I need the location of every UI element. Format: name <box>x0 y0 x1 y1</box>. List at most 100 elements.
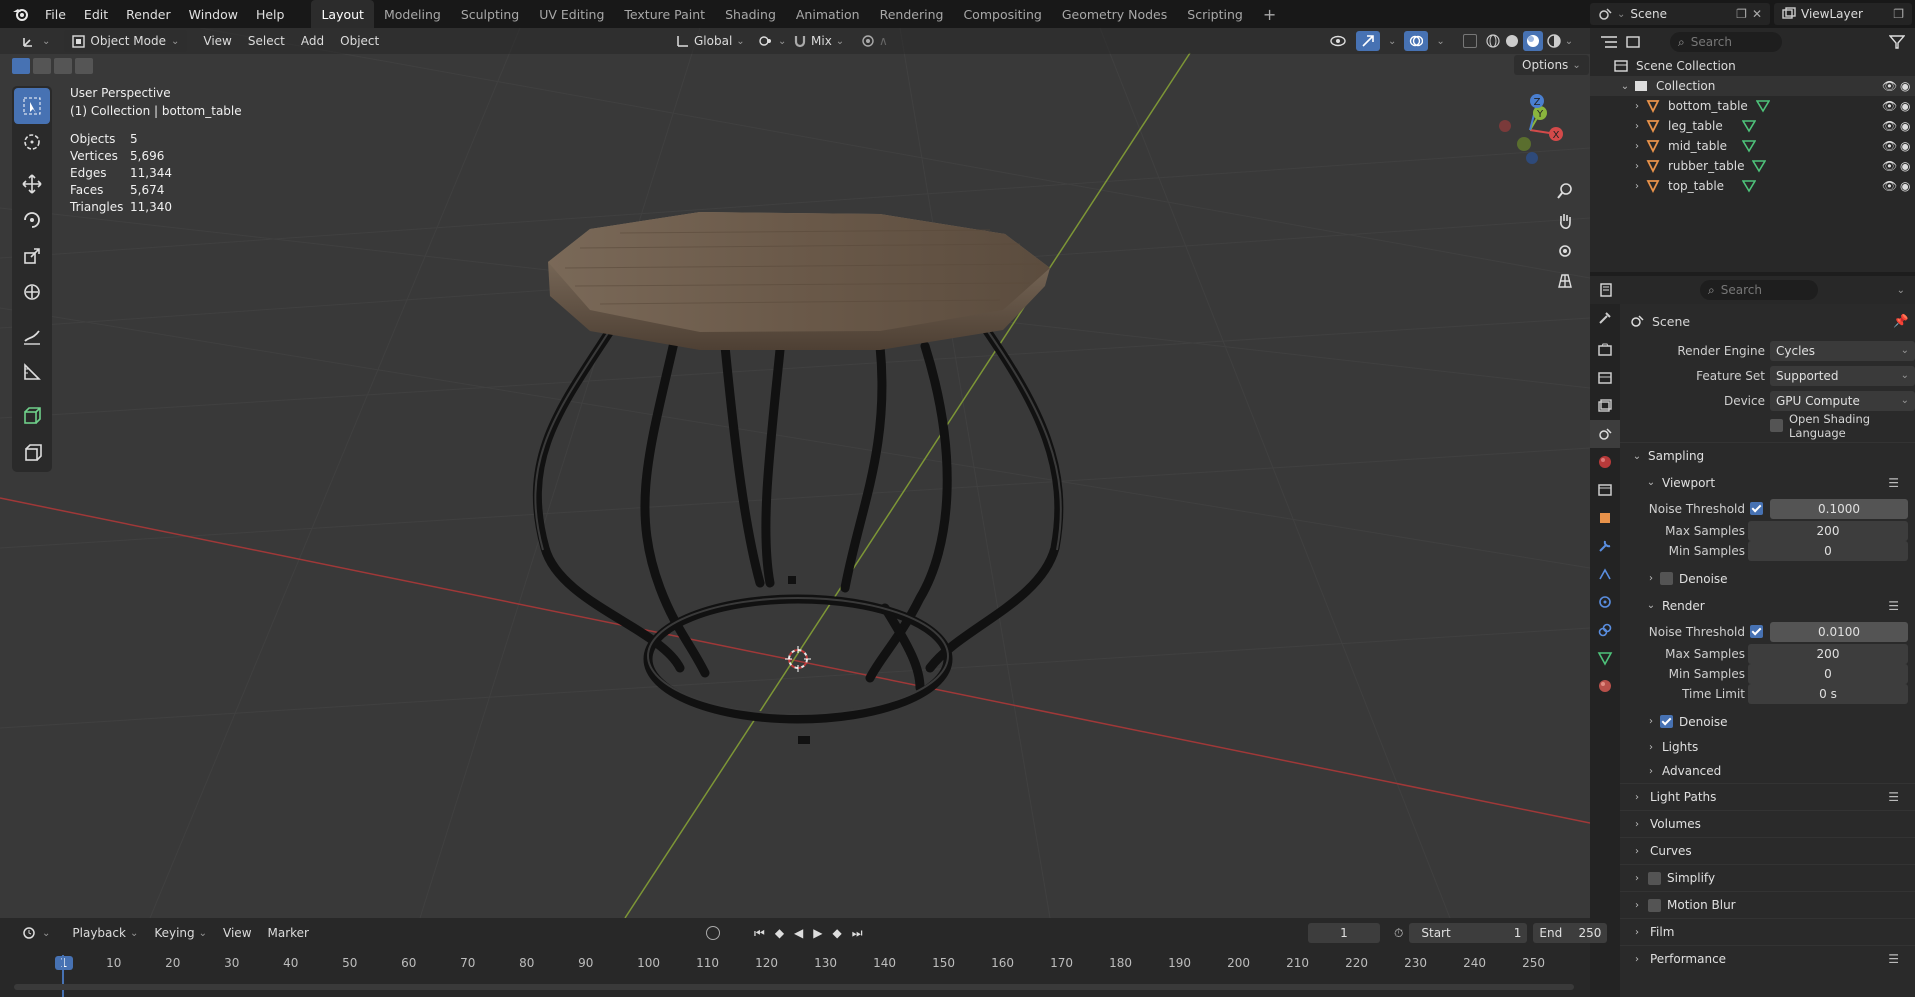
camera-view-icon[interactable] <box>1550 236 1580 266</box>
playback-menu[interactable]: Playback ⌄ <box>64 922 146 944</box>
list-icon[interactable]: ☰ <box>1888 476 1899 490</box>
eye-icon[interactable]: 👁 <box>1882 99 1897 113</box>
render-noise-field[interactable]: 0.0100 <box>1770 621 1908 642</box>
outliner-object-row[interactable]: › mid_table 👁 ◉ <box>1614 136 1915 156</box>
object-tab-icon[interactable] <box>1590 504 1620 532</box>
material-tab-icon[interactable] <box>1590 672 1620 700</box>
view-layer-tab-icon[interactable] <box>1590 392 1620 420</box>
select-extend-icon[interactable] <box>33 58 51 74</box>
start-frame-field[interactable]: Start 1 <box>1409 923 1528 943</box>
eye-icon[interactable]: 👁 <box>1882 79 1897 93</box>
timeline-editor-icon[interactable]: ⌄ <box>14 922 58 944</box>
proportional-edit-toggle[interactable]: ∧ <box>853 30 896 52</box>
3d-viewport[interactable]: ⌄ Object Mode ⌄ View Select Add Object G… <box>0 28 1590 918</box>
playhead[interactable] <box>62 955 64 997</box>
material-shading-button[interactable] <box>1522 31 1543 51</box>
menu-select[interactable]: Select <box>240 30 293 52</box>
render-denoise-subsection[interactable]: › Denoise <box>1620 708 1915 735</box>
perspective-grid-icon[interactable] <box>1550 266 1580 296</box>
render-noise-checkbox[interactable] <box>1750 625 1763 638</box>
overlay-toggle[interactable] <box>1404 31 1429 51</box>
camera-icon[interactable]: ◉ <box>1900 159 1910 173</box>
eye-icon[interactable]: 👁 <box>1882 139 1897 153</box>
viewport-denoise-checkbox[interactable] <box>1660 572 1673 585</box>
mesh-data-icon[interactable] <box>1752 159 1767 173</box>
filter-icon[interactable] <box>1889 35 1905 49</box>
menu-help[interactable]: Help <box>247 0 294 28</box>
end-frame-field[interactable]: End 250 <box>1533 923 1608 943</box>
select-new-icon[interactable] <box>12 58 30 74</box>
render-engine-dropdown[interactable]: Cycles ⌄ <box>1770 340 1915 361</box>
viewport-max-field[interactable]: 200 <box>1748 521 1908 541</box>
viewlayer-dropdown[interactable]: ViewLayer ❐ <box>1774 3 1912 25</box>
pan-hand-icon[interactable] <box>1550 206 1580 236</box>
tab-shading[interactable]: Shading <box>715 0 786 28</box>
render-max-field[interactable]: 200 <box>1748 644 1908 664</box>
menu-add[interactable]: Add <box>293 30 332 52</box>
world-tab-icon[interactable] <box>1590 448 1620 476</box>
pin-icon[interactable]: 📌 <box>1893 313 1909 329</box>
camera-icon[interactable]: ◉ <box>1900 99 1910 113</box>
properties-editor-icon[interactable] <box>1600 283 1618 297</box>
camera-icon[interactable]: ◉ <box>1900 139 1910 153</box>
cursor-tool[interactable] <box>14 124 50 160</box>
collection-row[interactable]: ⌄ Collection 👁 ◉ <box>1590 76 1915 96</box>
mesh-data-icon[interactable] <box>1742 179 1756 193</box>
tab-uv-editing[interactable]: UV Editing <box>529 0 614 28</box>
eye-icon[interactable]: 👁 <box>1882 179 1897 193</box>
gizmo-toggle[interactable] <box>1356 31 1380 51</box>
render-subsection[interactable]: ⌄ Render ☰ <box>1620 592 1915 619</box>
editor-type-button[interactable]: ⌄ <box>14 30 58 52</box>
annotate-tool[interactable] <box>14 318 50 354</box>
current-frame-field[interactable]: 1 <box>1308 923 1380 943</box>
play-reverse-icon[interactable]: ◀ <box>794 926 803 940</box>
measure-tool[interactable] <box>14 354 50 390</box>
outliner-object-row[interactable]: › leg_table 👁 ◉ <box>1614 116 1915 136</box>
section-light-paths[interactable]: › Light Paths ☰ <box>1620 783 1915 810</box>
tab-geometry-nodes[interactable]: Geometry Nodes <box>1052 0 1177 28</box>
camera-icon[interactable]: ◉ <box>1900 179 1910 193</box>
device-dropdown[interactable]: GPU Compute ⌄ <box>1770 390 1915 411</box>
modifier-tab-icon[interactable] <box>1590 532 1620 560</box>
section-motion-blur[interactable]: › Motion Blur <box>1620 891 1915 918</box>
visibility-icon[interactable] <box>1330 34 1348 48</box>
properties-search[interactable]: ⌕ Search <box>1700 280 1818 300</box>
section-curves[interactable]: › Curves <box>1620 837 1915 864</box>
select-box-tool[interactable] <box>14 88 50 124</box>
render-time-field[interactable]: 0 s <box>1748 684 1908 704</box>
lights-subsection[interactable]: › Lights <box>1620 735 1915 759</box>
tab-compositing[interactable]: Compositing <box>953 0 1051 28</box>
mesh-data-icon[interactable] <box>1755 99 1770 113</box>
duplicate-scene-icon[interactable]: ❐ <box>1736 7 1747 21</box>
expand-arrow-icon[interactable]: › <box>1630 141 1644 152</box>
keying-menu[interactable]: Keying ⌄ <box>146 922 215 944</box>
rendered-shading-icon[interactable] <box>1546 33 1562 49</box>
delete-scene-icon[interactable]: ✕ <box>1752 7 1762 21</box>
outliner-object-row[interactable]: › top_table 👁 ◉ <box>1614 176 1915 196</box>
particles-tab-icon[interactable] <box>1590 560 1620 588</box>
section-checkbox[interactable] <box>1648 898 1661 912</box>
section-simplify[interactable]: › Simplify <box>1620 864 1915 891</box>
menu-object[interactable]: Object <box>332 30 387 52</box>
tool-tab-icon[interactable] <box>1590 304 1620 332</box>
zoom-icon[interactable] <box>1550 176 1580 206</box>
wireframe-shading-icon[interactable] <box>1485 33 1501 49</box>
mesh-data-icon[interactable] <box>1742 139 1756 153</box>
section-volumes[interactable]: › Volumes <box>1620 810 1915 837</box>
jump-start-icon[interactable]: ⏮ <box>754 926 765 941</box>
expand-arrow-icon[interactable]: › <box>1630 121 1644 132</box>
outliner-object-row[interactable]: › rubber_table 👁 ◉ <box>1614 156 1915 176</box>
list-icon[interactable]: ☰ <box>1888 952 1899 966</box>
constraints-tab-icon[interactable] <box>1590 616 1620 644</box>
tab-sculpting[interactable]: Sculpting <box>451 0 529 28</box>
add-cube-tool[interactable] <box>14 398 50 434</box>
feature-set-dropdown[interactable]: Supported ⌄ <box>1770 365 1915 386</box>
section-performance[interactable]: › Performance ☰ <box>1620 945 1915 972</box>
collection-tab-icon[interactable] <box>1590 476 1620 504</box>
select-intersect-icon[interactable] <box>75 58 93 74</box>
camera-icon[interactable]: ◉ <box>1900 119 1910 133</box>
render-tab-icon[interactable] <box>1590 336 1620 364</box>
physics-tab-icon[interactable] <box>1590 588 1620 616</box>
section-film[interactable]: › Film <box>1620 918 1915 945</box>
viewport-noise-checkbox[interactable] <box>1750 502 1763 515</box>
